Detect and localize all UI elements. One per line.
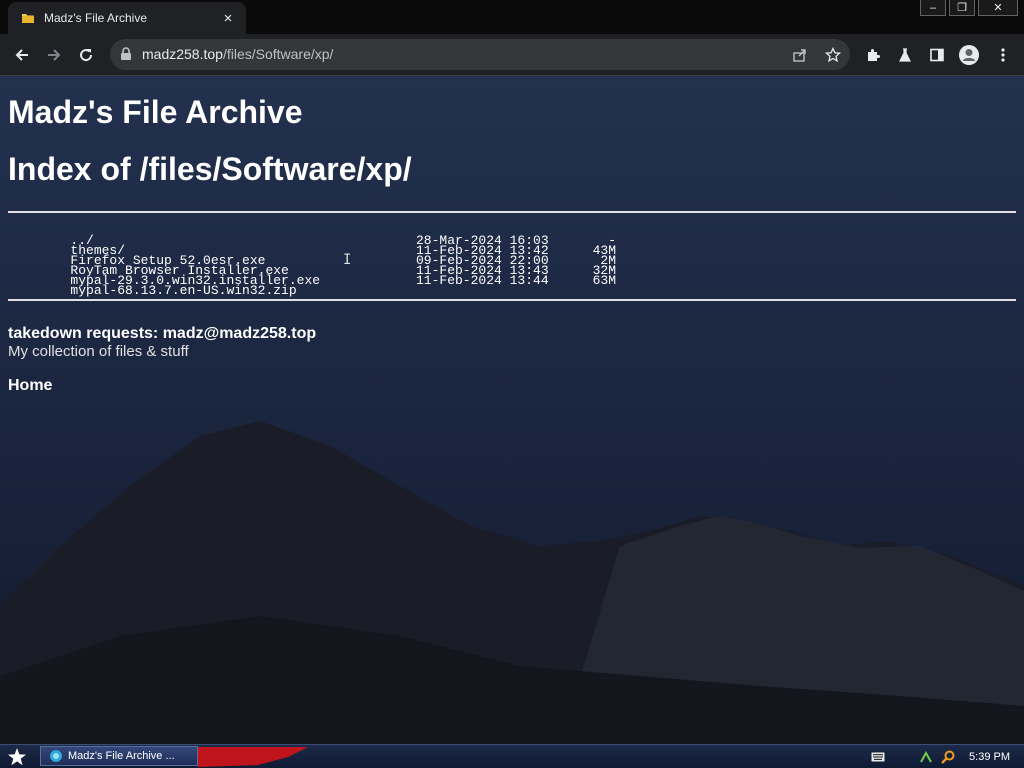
page-title: Index of /files/Software/xp/ xyxy=(8,151,412,187)
directory-index: Madz's File Archive Index of /files/Soft… xyxy=(8,76,1016,395)
browser-tab[interactable]: Madz's File Archive × xyxy=(8,2,246,34)
taskbar-window-button[interactable]: Madz's File Archive ... xyxy=(40,746,198,766)
keyboard-icon[interactable] xyxy=(869,748,887,766)
divider xyxy=(8,211,1016,213)
text-cursor-icon: I xyxy=(343,252,352,268)
window-controls: – ❐ ✕ xyxy=(917,0,1018,18)
tab-title: Madz's File Archive xyxy=(44,11,147,25)
file-listing: ../ themes/ 28-Mar-2024 16:03 - Firefox … xyxy=(8,226,1016,297)
url-host: madz258.top xyxy=(142,46,223,62)
taskbar: Madz's File Archive ... 5:39 PM xyxy=(0,744,1024,768)
forward-button[interactable] xyxy=(40,41,68,69)
file-size: 63M xyxy=(592,273,616,288)
menu-kebab-icon[interactable] xyxy=(992,44,1014,66)
back-arrow-icon xyxy=(15,49,28,61)
clock[interactable]: 5:39 PM xyxy=(969,751,1010,763)
tab-strip: Madz's File Archive × – ❐ ✕ xyxy=(0,0,1024,34)
browser-app-icon xyxy=(50,750,62,762)
folder-icon xyxy=(20,10,36,26)
divider xyxy=(8,299,1016,301)
share-icon[interactable] xyxy=(790,45,810,65)
forward-arrow-icon xyxy=(48,49,61,61)
close-window-button[interactable]: ✕ xyxy=(978,0,1018,16)
search-icon[interactable] xyxy=(939,748,957,766)
file-link[interactable]: mypal-68.13.7.en-US.win32.zip xyxy=(70,283,296,298)
site-tagline: My collection of files & stuff xyxy=(8,343,189,360)
bookmark-star-icon[interactable] xyxy=(823,45,843,65)
reload-icon xyxy=(80,49,93,62)
reload-button[interactable] xyxy=(72,41,100,69)
network-icon[interactable] xyxy=(917,748,935,766)
lock-icon[interactable] xyxy=(120,47,132,66)
start-star-icon xyxy=(8,747,26,765)
labs-flask-icon[interactable] xyxy=(894,44,916,66)
takedown-contact: takedown requests: madz@madz258.top xyxy=(8,325,317,342)
profile-avatar-icon[interactable] xyxy=(958,44,980,66)
page-viewport: Madz's File Archive Index of /files/Soft… xyxy=(0,76,1024,744)
home-link[interactable]: Home xyxy=(8,377,52,395)
tab-close-icon[interactable]: × xyxy=(220,10,236,27)
list-item: mypal-68.13.7.en-US.win32.zip 11-Feb-202… xyxy=(8,273,1016,297)
minimize-button[interactable]: – xyxy=(920,0,946,16)
extensions-puzzle-icon[interactable] xyxy=(862,44,884,66)
address-bar[interactable]: madz258.top/files/Software/xp/ xyxy=(110,39,850,70)
site-title: Madz's File Archive xyxy=(8,94,303,130)
side-panel-icon[interactable] xyxy=(926,44,948,66)
file-date: 11-Feb-2024 13:44 xyxy=(416,273,549,288)
start-button[interactable] xyxy=(0,745,34,768)
back-button[interactable] xyxy=(8,41,36,69)
taskbar-decoration xyxy=(198,747,308,767)
system-tray: 5:39 PM xyxy=(865,745,1024,768)
url-text[interactable]: madz258.top/files/Software/xp/ xyxy=(142,46,333,62)
url-path: /files/Software/xp/ xyxy=(222,46,334,62)
restore-button[interactable]: ❐ xyxy=(949,0,975,16)
taskbar-window-label: Madz's File Archive ... xyxy=(68,750,175,762)
browser-toolbar: madz258.top/files/Software/xp/ xyxy=(0,34,1024,76)
